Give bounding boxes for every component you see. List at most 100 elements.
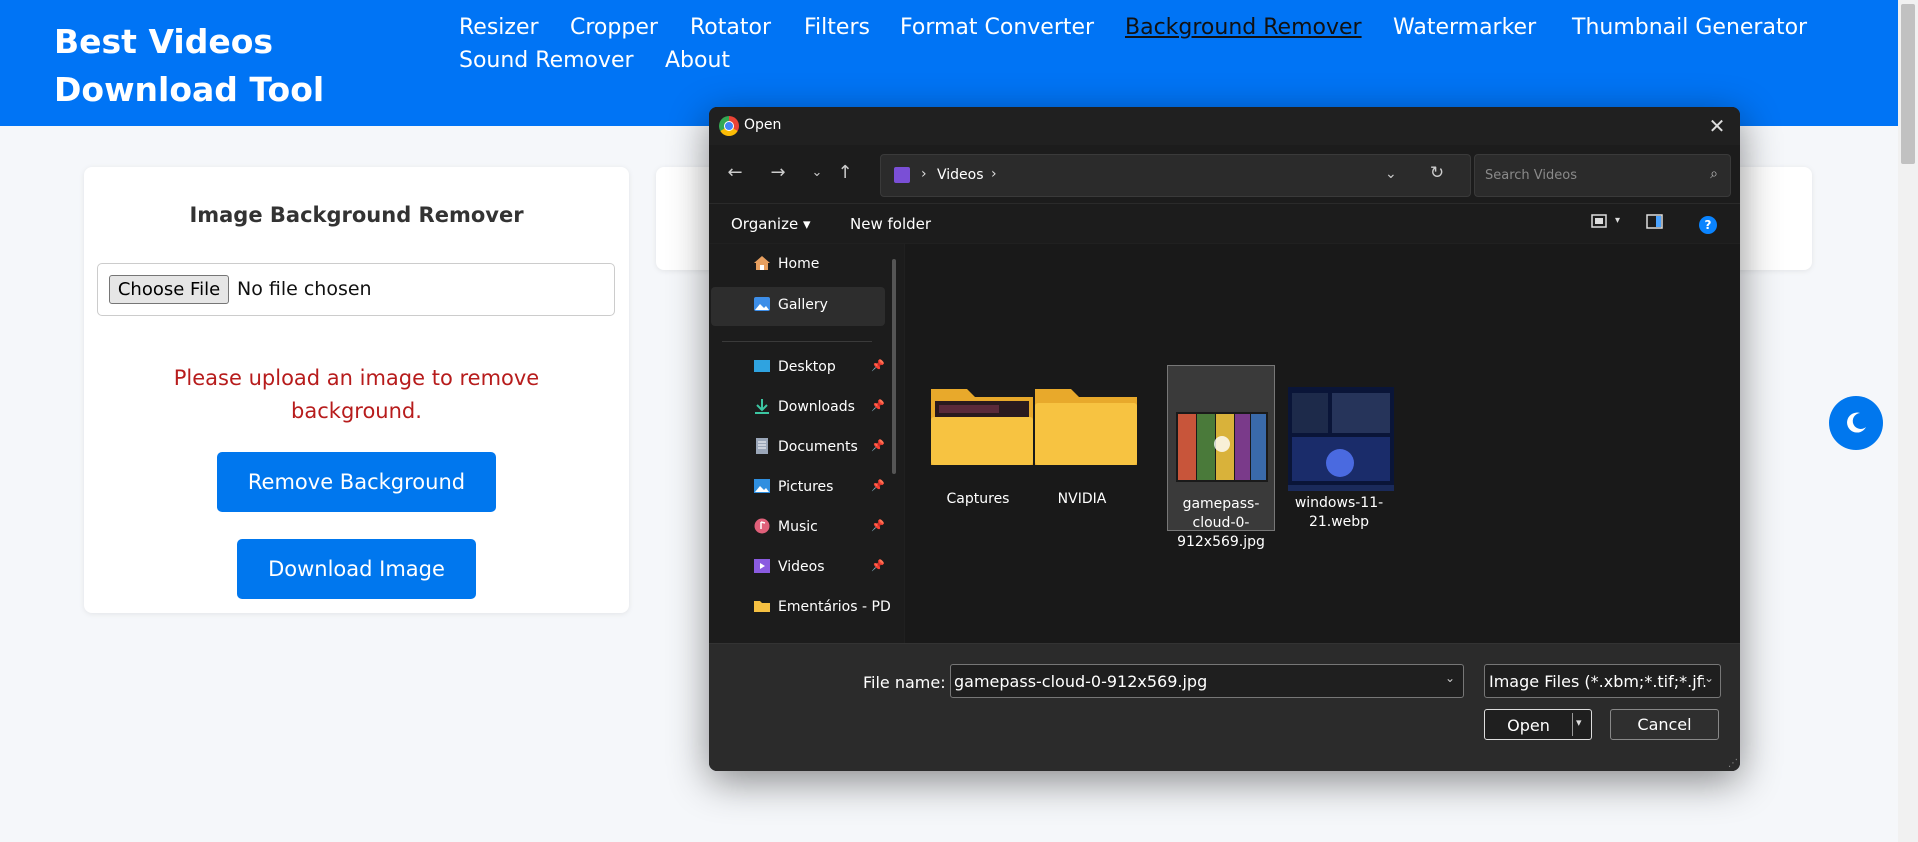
nav-cropper[interactable]: Cropper [570,15,658,40]
sidebar-label: Documents [778,439,858,455]
sidebar-label: Ementários - PD [778,599,891,615]
nav-background-remover[interactable]: Background Remover [1125,15,1362,40]
pin-icon: 📌 [871,479,885,492]
file-item-gamepass[interactable]: gamepass-cloud-0-912x569.jpg [1167,365,1275,550]
sidebar-scrollbar[interactable] [892,259,896,474]
pin-icon: 📌 [871,559,885,572]
cancel-button[interactable]: Cancel [1610,709,1719,740]
file-type-select[interactable]: Image Files (*.xbm;*.tif;*.jfi ⌄ [1484,664,1721,698]
no-file-label: No file chosen [237,278,372,300]
address-dropdown-icon[interactable]: ⌄ [1385,166,1397,182]
nav-format-converter[interactable]: Format Converter [900,15,1094,40]
dialog-title: Open [744,117,782,133]
desktop-icon [754,360,770,372]
dialog-footer: File name: gamepass-cloud-0-912x569.jpg … [709,643,1740,771]
sidebar-label: Downloads [778,399,855,415]
file-name-label: File name: [863,673,946,692]
sidebar-item-documents[interactable]: Documents 📌 [711,429,885,468]
pin-icon: 📌 [871,359,885,372]
up-arrow-icon[interactable]: ↑ [833,162,857,183]
file-label: Captures [946,491,1010,507]
dialog-navbar: ← → ⌄ ↑ › Videos › ⌄ ↻ Search Videos ⌕ [709,145,1740,203]
file-type-value: Image Files (*.xbm;*.tif;*.jfi [1489,672,1707,691]
sidebar-item-home[interactable]: Home [711,246,885,285]
remove-background-button[interactable]: Remove Background [217,452,496,512]
back-arrow-icon[interactable]: ← [723,162,747,183]
search-box[interactable]: Search Videos ⌕ [1474,154,1731,197]
address-bar[interactable]: › Videos › ⌄ [880,154,1471,197]
chrome-icon [719,116,739,136]
dark-mode-toggle[interactable] [1829,396,1883,450]
open-button[interactable]: Open ▾ [1484,709,1592,740]
new-folder-button[interactable]: New folder [850,215,931,233]
document-icon [756,438,768,454]
pin-icon: 📌 [871,519,885,532]
nav-sound-remover[interactable]: Sound Remover [459,48,634,73]
file-list: Captures NVIDIA gamepass-cloud-0-912x569… [905,244,1740,643]
pin-icon: 📌 [871,439,885,452]
open-options-chevron-icon[interactable]: ▾ [1576,716,1582,729]
file-label: windows-11-21.webp [1294,495,1384,530]
dialog-toolbar: Organize ▾ New folder ▾ ? [709,203,1740,243]
recent-locations-chevron-icon[interactable]: ⌄ [805,165,829,180]
forward-arrow-icon[interactable]: → [766,162,790,183]
page-scrollbar[interactable] [1898,0,1918,842]
breadcrumb-separator: › [921,166,927,182]
file-name-field[interactable]: gamepass-cloud-0-912x569.jpg ⌄ [950,664,1464,698]
file-name-value: gamepass-cloud-0-912x569.jpg [954,672,1208,691]
nav-resizer[interactable]: Resizer [459,15,539,40]
breadcrumb-videos[interactable]: Videos [937,167,984,183]
preview-pane-icon[interactable] [1645,213,1665,231]
organize-menu[interactable]: Organize ▾ [731,215,811,233]
sidebar-item-videos[interactable]: Videos 📌 [711,549,885,588]
refresh-icon[interactable]: ↻ [1422,158,1452,188]
nav-watermarker[interactable]: Watermarker [1393,15,1536,40]
sidebar-item-music[interactable]: Music 📌 [711,509,885,548]
help-icon[interactable]: ? [1699,216,1717,234]
breadcrumb-separator[interactable]: › [991,166,997,182]
nav-about[interactable]: About [665,48,730,73]
resize-grip-icon[interactable]: ⋰ [1728,758,1738,769]
sidebar-item-gallery[interactable]: Gallery [711,287,885,326]
image-thumbnail-icon [1176,412,1268,482]
nav-thumbnail-generator[interactable]: Thumbnail Generator [1572,15,1807,40]
nav-rotator[interactable]: Rotator [690,15,771,40]
sidebar-label: Videos [778,559,825,575]
view-options-chevron-icon[interactable]: ▾ [1615,215,1620,226]
download-image-button[interactable]: Download Image [237,539,476,599]
file-label: gamepass-cloud-0-912x569.jpg [1177,496,1265,550]
file-item-captures[interactable]: Captures [924,365,1033,507]
sidebar-label: Desktop [778,359,836,375]
download-icon [755,399,769,414]
folder-icon [754,601,770,612]
view-options-icon[interactable] [1590,213,1610,231]
site-brand[interactable]: Best Videos Download Tool [54,18,434,114]
nav-filters[interactable]: Filters [804,15,870,40]
videos-folder-icon [894,167,910,183]
split-divider [1572,713,1573,736]
file-item-nvidia[interactable]: NVIDIA [1028,365,1137,507]
home-icon [754,256,770,270]
search-placeholder: Search Videos [1485,168,1577,183]
sidebar-item-pictures[interactable]: Pictures 📌 [711,469,885,508]
choose-file-button[interactable]: Choose File [109,275,229,304]
sidebar-item-ementarios[interactable]: Ementários - PD [711,589,891,628]
folder-icon [931,389,1033,465]
sidebar-item-downloads[interactable]: Downloads 📌 [711,389,885,428]
sidebar-item-desktop[interactable]: Desktop 📌 [711,349,885,388]
file-input[interactable]: Choose File No file chosen [97,263,615,316]
file-item-windows-11[interactable]: windows-11-21.webp [1285,365,1394,530]
pin-icon: 📌 [871,399,885,412]
bg-remover-card: Image Background Remover Choose File No … [84,167,629,613]
pictures-icon [754,479,770,493]
sidebar-divider [722,341,872,342]
open-button-label: Open [1507,716,1550,735]
chevron-down-icon[interactable]: ⌄ [1445,671,1455,685]
gallery-icon [754,297,770,311]
sidebar-label: Pictures [778,479,834,495]
page-scrollbar-thumb[interactable] [1901,4,1915,164]
upload-warning: Please upload an image to remove backgro… [173,366,540,423]
sidebar-label: Music [778,519,818,535]
close-icon[interactable]: ✕ [1704,113,1730,139]
chevron-down-icon[interactable]: ⌄ [1703,671,1714,685]
